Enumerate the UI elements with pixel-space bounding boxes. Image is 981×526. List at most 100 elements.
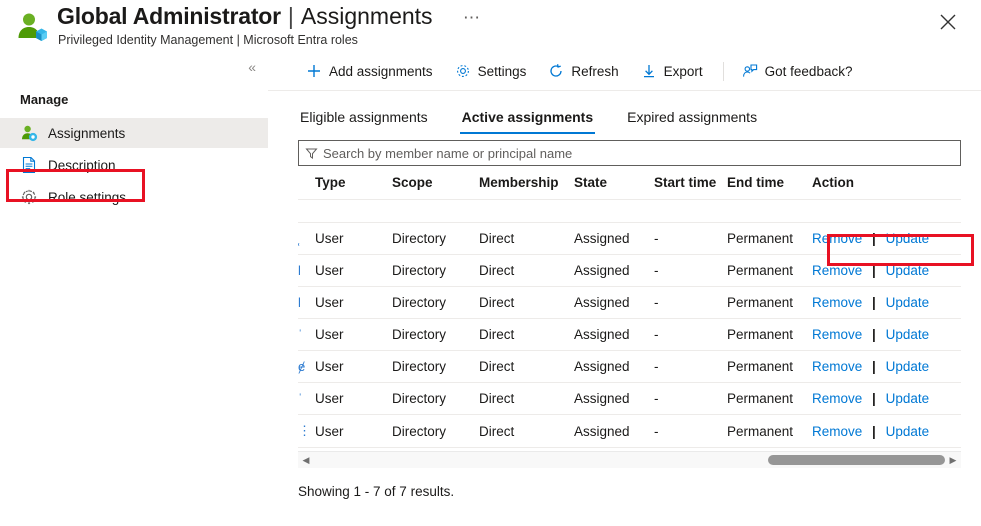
cell-type: User [315, 383, 392, 415]
cell-state: Assigned [574, 223, 654, 255]
remove-link[interactable]: Remove [812, 327, 862, 342]
update-link[interactable]: Update [886, 424, 930, 439]
remove-link[interactable]: Remove [812, 391, 862, 406]
tab-expired-assignments[interactable]: Expired assignments [625, 109, 759, 134]
table-row[interactable]: ⋮ User Directory Direct Assigned - Perma… [298, 415, 961, 448]
remove-link[interactable]: Remove [812, 263, 862, 278]
update-link[interactable]: Update [886, 295, 930, 310]
horizontal-scrollbar[interactable]: ◀ ▶ [298, 451, 961, 468]
tab-eligible-assignments[interactable]: Eligible assignments [298, 109, 430, 134]
table-header-row: Type Scope Membership State Start time E… [298, 172, 961, 200]
cell-state: Assigned [574, 255, 654, 287]
more-options-icon[interactable]: ⋯ [463, 8, 481, 28]
column-header-state[interactable]: State [574, 172, 654, 200]
search-input[interactable] [323, 146, 954, 161]
sidebar-item-label: Assignments [48, 126, 125, 141]
cell-end-time: Permanent [727, 383, 812, 415]
cell-end-time: Permanent [727, 415, 812, 448]
cell-type: User [315, 223, 392, 255]
column-header-scope[interactable]: Scope [392, 172, 479, 200]
cell-membership: Direct [479, 255, 574, 287]
export-button[interactable]: Export [633, 56, 711, 86]
settings-button[interactable]: Settings [447, 56, 535, 86]
cell-type: User [315, 287, 392, 319]
column-header-end-time[interactable]: End time [727, 172, 812, 200]
cell-action: Remove | Update [812, 223, 961, 255]
sidebar-item-label: Description [48, 158, 116, 173]
add-assignments-button[interactable]: Add assignments [298, 56, 441, 86]
action-separator: | [872, 231, 876, 246]
cell-type: User [315, 319, 392, 351]
column-header-type[interactable]: Type [315, 172, 392, 200]
cell-state: Assigned [574, 319, 654, 351]
column-header-membership[interactable]: Membership [479, 172, 574, 200]
column-header-start-time[interactable]: Start time [654, 172, 727, 200]
update-link[interactable]: Update [886, 231, 930, 246]
cell-action: Remove | Update [812, 415, 961, 448]
assignments-table-container: Type Scope Membership State Start time E… [298, 172, 961, 448]
scroll-left-arrow-icon[interactable]: ◀ [298, 456, 314, 465]
scrollbar-thumb[interactable] [768, 455, 945, 465]
sidebar-nav-list: Assignments Description [0, 118, 268, 212]
scroll-right-arrow-icon[interactable]: ▶ [945, 456, 961, 465]
remove-link[interactable]: Remove [812, 424, 862, 439]
cell-state: Assigned [574, 415, 654, 448]
search-box[interactable] [298, 140, 961, 166]
cell-membership: Direct [479, 319, 574, 351]
action-separator: | [872, 424, 876, 439]
add-assignments-label: Add assignments [329, 64, 433, 79]
sidebar-item-role-settings[interactable]: Role settings [0, 182, 268, 212]
cell-scope: Directory [392, 383, 479, 415]
column-header-action[interactable]: Action [812, 172, 961, 200]
remove-link[interactable]: Remove [812, 231, 862, 246]
row-clipped-name: ⋮ [298, 415, 315, 448]
update-link[interactable]: Update [886, 263, 930, 278]
table-row[interactable]: l User Directory Direct Assigned - Perma… [298, 287, 961, 319]
row-clipped-name: ˈ [298, 383, 315, 415]
update-link[interactable]: Update [886, 391, 930, 406]
sidebar-item-description[interactable]: Description [0, 150, 268, 180]
cell-scope: Directory [392, 255, 479, 287]
cell-scope: Directory [392, 415, 479, 448]
cell-scope: Directory [392, 319, 479, 351]
page-title: Global Administrator | Assignments [57, 3, 433, 30]
got-feedback-button[interactable]: Got feedback? [734, 56, 861, 86]
table-row[interactable]: l User Directory Direct Assigned - Perma… [298, 255, 961, 287]
cell-start-time: - [654, 287, 727, 319]
table-row[interactable]: ˈ User Directory Direct Assigned - Perma… [298, 383, 961, 415]
cell-state: Assigned [574, 287, 654, 319]
table-row[interactable]: ɇ User Directory Direct Assigned - Perma… [298, 351, 961, 383]
refresh-label: Refresh [571, 64, 618, 79]
cell-state: Assigned [574, 351, 654, 383]
results-summary: Showing 1 - 7 of 7 results. [298, 484, 981, 499]
table-row[interactable]: ˈ User Directory Direct Assigned - Perma… [298, 319, 961, 351]
main-content: Add assignments Settings Refresh [268, 52, 981, 526]
row-clipped-name: ˈ [298, 319, 315, 351]
row-clipped-name: l [298, 287, 315, 319]
page-title-separator: | [288, 3, 294, 30]
cell-scope: Directory [392, 351, 479, 383]
refresh-button[interactable]: Refresh [540, 56, 626, 86]
export-label: Export [664, 64, 703, 79]
close-icon[interactable] [935, 9, 961, 35]
remove-link[interactable]: Remove [812, 295, 862, 310]
gear-icon [20, 188, 38, 206]
cell-start-time: - [654, 351, 727, 383]
table-row[interactable]: ͓ User Directory Direct Assigned - Perma… [298, 223, 961, 255]
update-link[interactable]: Update [886, 327, 930, 342]
refresh-icon [548, 63, 564, 79]
sidebar: « Manage Assignments De [0, 52, 268, 526]
remove-link[interactable]: Remove [812, 359, 862, 374]
assignments-table-body: ͓ User Directory Direct Assigned - Perma… [298, 200, 961, 448]
cell-type: User [315, 255, 392, 287]
scrollbar-track[interactable] [314, 452, 945, 468]
chevron-double-left-icon[interactable]: « [248, 60, 256, 74]
sidebar-item-assignments[interactable]: Assignments [0, 118, 268, 148]
action-separator: | [872, 263, 876, 278]
update-link[interactable]: Update [886, 359, 930, 374]
cell-end-time: Permanent [727, 351, 812, 383]
assignment-tabs: Eligible assignments Active assignments … [268, 91, 981, 134]
action-separator: | [872, 391, 876, 406]
tab-active-assignments[interactable]: Active assignments [460, 109, 596, 134]
cell-action: Remove | Update [812, 319, 961, 351]
